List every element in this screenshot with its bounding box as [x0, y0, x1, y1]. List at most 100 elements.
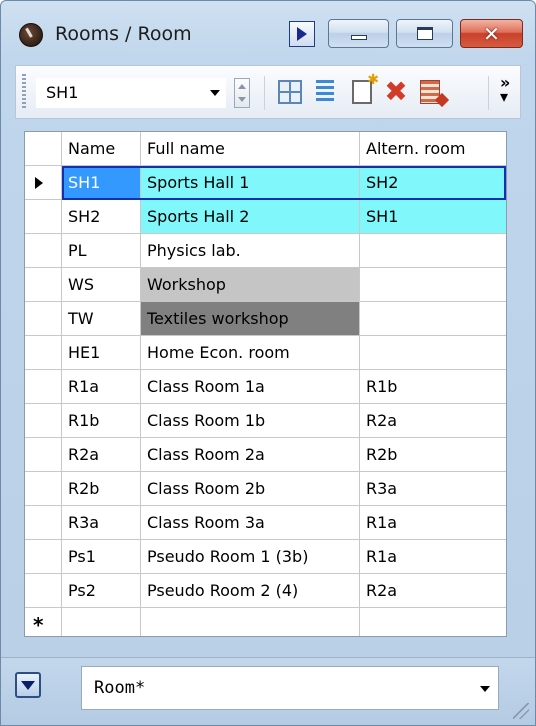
cell-full-name[interactable]: Class Room 2b [141, 472, 360, 506]
resize-grip[interactable] [513, 703, 529, 719]
row-selector[interactable] [25, 268, 62, 302]
row-selector[interactable] [25, 574, 62, 608]
filter-combo[interactable]: Room* [81, 666, 499, 710]
cell-name[interactable]: R1b [62, 404, 141, 438]
delete-icon[interactable]: ✖ [384, 78, 408, 106]
row-selector[interactable] [25, 506, 62, 540]
row-selector[interactable] [25, 336, 62, 370]
cell-full-name[interactable]: Physics lab. [141, 234, 360, 268]
cell-altern-room[interactable] [360, 302, 506, 336]
table-row[interactable]: R3a Class Room 3a R1a [25, 506, 506, 540]
window-title: Rooms / Room [55, 23, 192, 45]
play-triangle-icon[interactable] [289, 21, 315, 47]
cell-full-name[interactable]: Sports Hall 1 [141, 166, 360, 200]
cell-full-name[interactable]: Class Room 1a [141, 370, 360, 404]
row-selector[interactable] [25, 302, 62, 336]
cell-altern-room[interactable] [360, 336, 506, 370]
dropdown-toggle-button[interactable] [15, 672, 41, 698]
table-row[interactable]: R2b Class Room 2b R3a [25, 472, 506, 506]
new-record-icon[interactable] [352, 72, 379, 104]
row-selector[interactable]: * [25, 608, 62, 636]
cell-name[interactable]: TW [62, 302, 141, 336]
close-button[interactable]: ✕ [460, 19, 523, 48]
column-header-full-name[interactable]: Full name [141, 132, 360, 166]
cell-name[interactable] [62, 608, 141, 636]
table-row[interactable]: Ps2 Pseudo Room 2 (4) R2a [25, 574, 506, 608]
list-lines-icon[interactable] [316, 80, 334, 104]
cell-altern-room[interactable]: R2a [360, 404, 506, 438]
toolbar-overflow-button[interactable]: » ▾ [500, 73, 511, 105]
table-row[interactable]: R1b Class Room 1b R2a [25, 404, 506, 438]
cell-name[interactable]: R3a [62, 506, 141, 540]
edit-icon[interactable] [420, 80, 440, 104]
minimize-button[interactable] [328, 19, 389, 48]
cell-full-name[interactable]: Sports Hall 2 [141, 200, 360, 234]
row-selector[interactable] [25, 438, 62, 472]
cell-name[interactable]: HE1 [62, 336, 141, 370]
table-row[interactable]: SH1 Sports Hall 1 SH2 [25, 166, 506, 200]
rooms-grid[interactable]: Name Full name Altern. room SH1 Sports Ha… [24, 131, 507, 637]
cell-name[interactable]: R2b [62, 472, 141, 506]
table-row[interactable]: HE1 Home Econ. room [25, 336, 506, 370]
cell-altern-room[interactable]: R1a [360, 506, 506, 540]
row-selector[interactable] [25, 404, 62, 438]
cell-full-name[interactable]: Textiles workshop [141, 302, 360, 336]
title-bar[interactable]: Rooms / Room ✕ [1, 1, 535, 63]
table-row[interactable]: TW Textiles workshop [25, 302, 506, 336]
cell-full-name[interactable]: Class Room 2a [141, 438, 360, 472]
cell-altern-room[interactable]: SH2 [360, 166, 506, 200]
cell-altern-room[interactable] [360, 608, 506, 636]
row-selector[interactable] [25, 472, 62, 506]
row-selector[interactable] [25, 200, 62, 234]
new-record-row[interactable]: * [25, 608, 506, 636]
table-row[interactable]: PL Physics lab. [25, 234, 506, 268]
cell-name[interactable]: PL [62, 234, 141, 268]
cell-altern-room[interactable] [360, 268, 506, 302]
cell-full-name[interactable]: Workshop [141, 268, 360, 302]
cell-altern-room[interactable]: R3a [360, 472, 506, 506]
chevron-down-icon[interactable] [210, 90, 220, 96]
cell-altern-room[interactable]: R2a [360, 574, 506, 608]
column-header-altern-room[interactable]: Altern. room [360, 132, 506, 166]
table-row[interactable]: SH2 Sports Hall 2 SH1 [25, 200, 506, 234]
cell-full-name[interactable]: Class Room 1b [141, 404, 360, 438]
spinner-updown-button[interactable] [234, 78, 250, 108]
cell-full-name[interactable]: Class Room 3a [141, 506, 360, 540]
cell-full-name[interactable] [141, 608, 360, 636]
cell-altern-room[interactable]: R1a [360, 540, 506, 574]
cell-name[interactable]: R1a [62, 370, 141, 404]
cell-name[interactable]: R2a [62, 438, 141, 472]
overflow-chevron-icon: » [500, 73, 511, 92]
cell-altern-room[interactable]: R2b [360, 438, 506, 472]
row-selector[interactable] [25, 370, 62, 404]
cell-altern-room[interactable]: R1b [360, 370, 506, 404]
cell-altern-room[interactable]: SH1 [360, 200, 506, 234]
row-selector[interactable] [25, 166, 62, 200]
cell-name[interactable]: WS [62, 268, 141, 302]
filter-value: Room* [94, 678, 146, 698]
cell-full-name[interactable]: Pseudo Room 1 (3b) [141, 540, 360, 574]
row-selector-header[interactable] [25, 132, 62, 166]
chevron-down-icon[interactable] [480, 686, 490, 692]
row-selector[interactable] [25, 234, 62, 268]
room-selector-combo[interactable]: SH1 [36, 78, 226, 108]
cell-full-name[interactable]: Home Econ. room [141, 336, 360, 370]
app-clock-icon[interactable] [19, 23, 43, 47]
toolbar-grip[interactable] [22, 74, 26, 110]
filter-bar: Room* [1, 657, 535, 725]
cell-altern-room[interactable] [360, 234, 506, 268]
table-row[interactable]: R1a Class Room 1a R1b [25, 370, 506, 404]
cell-name[interactable]: Ps1 [62, 540, 141, 574]
cell-name[interactable]: SH2 [62, 200, 141, 234]
table-row[interactable]: R2a Class Room 2a R2b [25, 438, 506, 472]
table-row[interactable]: WS Workshop [25, 268, 506, 302]
maximize-icon [416, 27, 433, 40]
row-selector[interactable] [25, 540, 62, 574]
cell-name[interactable]: SH1 [62, 166, 141, 200]
cell-full-name[interactable]: Pseudo Room 2 (4) [141, 574, 360, 608]
column-header-name[interactable]: Name [62, 132, 141, 166]
grid-icon[interactable] [278, 80, 302, 104]
cell-name[interactable]: Ps2 [62, 574, 141, 608]
maximize-button[interactable] [396, 19, 453, 48]
table-row[interactable]: Ps1 Pseudo Room 1 (3b) R1a [25, 540, 506, 574]
